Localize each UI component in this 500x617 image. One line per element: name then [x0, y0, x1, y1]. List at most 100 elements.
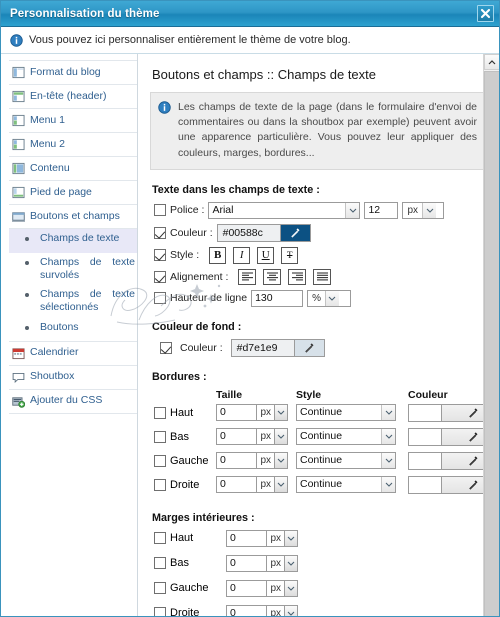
- border-gauche-style-select[interactable]: Continue: [296, 452, 396, 470]
- padding-droite-unit: px: [266, 604, 284, 616]
- bold-button[interactable]: B: [209, 246, 227, 264]
- align-justify-button[interactable]: [313, 268, 332, 285]
- border-bas-style-select[interactable]: Continue: [296, 428, 396, 446]
- padding-bas-checkbox[interactable]: [154, 557, 166, 570]
- border-droite-style-select[interactable]: Continue: [296, 476, 396, 494]
- border-row-bas: Bas 0 px Continue: [150, 427, 499, 446]
- sidebar-item-champs-de-texte-survoles[interactable]: Champs de texte survolés: [9, 253, 137, 285]
- layout-footer-icon: [12, 186, 25, 199]
- sidebar-item-champs-de-texte[interactable]: Champs de texte: [9, 229, 137, 253]
- info-notice: Les champs de texte de la page (dans le …: [150, 92, 487, 170]
- border-haut-style-value: Continue: [300, 406, 343, 419]
- font-size-input[interactable]: 12: [364, 201, 399, 219]
- layout-menu-icon: [12, 138, 25, 151]
- dialog-title: Personnalisation du thème: [10, 7, 160, 20]
- chevron-down-icon: [284, 554, 298, 572]
- chevron-down-icon: [274, 452, 288, 470]
- main-scrollbar[interactable]: [483, 54, 499, 616]
- sidebar-item-boutons[interactable]: Boutons: [9, 318, 137, 342]
- line-height-checkbox[interactable]: [154, 292, 166, 305]
- text-color-swatch[interactable]: [279, 224, 310, 241]
- border-gauche-checkbox[interactable]: [154, 454, 166, 467]
- border-haut-checkbox[interactable]: [154, 406, 166, 419]
- text-alignment-checkbox[interactable]: [154, 270, 166, 283]
- sidebar-item-contenu[interactable]: Contenu: [9, 157, 137, 181]
- align-left-button[interactable]: [238, 268, 257, 285]
- sidebar-item-label: Ajouter du CSS: [30, 394, 103, 407]
- sidebar-item-format-du-blog[interactable]: Format du blog: [9, 61, 137, 85]
- text-color-label: Couleur :: [170, 226, 213, 239]
- close-button[interactable]: [477, 5, 494, 22]
- eyedropper-icon: [468, 408, 478, 418]
- border-bas-checkbox[interactable]: [154, 430, 166, 443]
- page-title: Boutons et champs :: Champs de texte: [152, 67, 377, 82]
- background-color-swatch[interactable]: [293, 339, 324, 356]
- window-icon: [12, 212, 25, 222]
- font-size-unit-select[interactable]: px: [402, 201, 445, 219]
- borders-col-style: Style: [296, 388, 322, 401]
- border-row-haut: Haut 0 px Continue: [150, 403, 499, 422]
- theme-customization-dialog: Personnalisation du thème Vous pouvez ic…: [0, 0, 500, 617]
- line-height-unit-select[interactable]: %: [307, 289, 352, 307]
- text-style-checkbox[interactable]: [154, 249, 166, 262]
- line-height-value: 130: [255, 292, 273, 305]
- border-gauche-size[interactable]: 0 px: [216, 452, 288, 470]
- border-bas-size[interactable]: 0 px: [216, 428, 288, 446]
- border-droite-size[interactable]: 0 px: [216, 476, 288, 494]
- sidebar-item-calendrier[interactable]: Calendrier: [9, 342, 137, 366]
- padding-gauche-size[interactable]: 0 px: [226, 579, 298, 597]
- dialog-subtitle-bar: Vous pouvez ici personnaliser entièremen…: [1, 27, 499, 54]
- sidebar-item-label: Menu 2: [30, 137, 66, 150]
- font-family-select[interactable]: Arial: [208, 201, 361, 219]
- padding-droite-size[interactable]: 0 px: [226, 604, 298, 616]
- scroll-up-button[interactable]: [484, 54, 499, 70]
- text-color-field[interactable]: #00588c: [216, 223, 311, 242]
- line-height-input[interactable]: 130: [251, 289, 304, 307]
- strikethrough-button[interactable]: T: [281, 246, 299, 264]
- eyedropper-icon: [305, 343, 314, 353]
- chevron-down-icon: [381, 405, 395, 421]
- border-droite-checkbox[interactable]: [154, 478, 166, 491]
- padding-gauche-label: Gauche: [170, 582, 209, 595]
- border-row-gauche: Gauche 0 px Continue: [150, 451, 499, 470]
- sidebar-item-shoutbox[interactable]: Shoutbox: [9, 366, 137, 390]
- sidebar-tree: Format du blog En-tête (header) Menu 1 M…: [9, 60, 137, 414]
- chevron-down-icon: [422, 202, 436, 218]
- background-color-field[interactable]: #d7e1e9: [230, 338, 325, 357]
- scrollbar-thumb[interactable]: [484, 71, 499, 616]
- border-droite-style-value: Continue: [300, 478, 343, 491]
- padding-haut-checkbox[interactable]: [154, 532, 166, 545]
- eyedropper-icon: [291, 228, 300, 238]
- border-haut-color-value: [408, 403, 442, 422]
- sidebar-item-ajouter-du-css[interactable]: Ajouter du CSS: [9, 390, 137, 414]
- sidebar-item-boutons-et-champs[interactable]: Boutons et champs: [9, 205, 137, 229]
- border-row-droite: Droite 0 px Continue: [150, 475, 499, 494]
- italic-button[interactable]: I: [233, 246, 251, 264]
- padding-haut-size[interactable]: 0 px: [226, 529, 298, 547]
- sidebar-item-menu-2[interactable]: Menu 2: [9, 133, 137, 157]
- sidebar-item-pied-de-page[interactable]: Pied de page: [9, 181, 137, 205]
- align-center-button[interactable]: [263, 268, 282, 285]
- bullet-icon: [25, 293, 29, 298]
- text-color-row: Couleur : #00588c: [150, 223, 487, 242]
- text-style-row: Style : B I U T: [150, 246, 487, 264]
- sidebar-item-label: Champs de texte: [40, 232, 120, 244]
- border-gauche-style-value: Continue: [300, 454, 343, 467]
- sidebar-item-menu-1[interactable]: Menu 1: [9, 109, 137, 133]
- underline-button[interactable]: U: [257, 246, 275, 264]
- border-bas-color-value: [408, 427, 442, 446]
- padding-bas-size[interactable]: 0 px: [226, 554, 298, 572]
- sidebar-item-champs-de-texte-selectionnes[interactable]: Champs de texte sélectionnés: [9, 285, 137, 317]
- sidebar-item-en-tete[interactable]: En-tête (header): [9, 85, 137, 109]
- chevron-down-icon: [274, 404, 288, 422]
- font-checkbox[interactable]: [154, 204, 166, 217]
- padding-gauche-checkbox[interactable]: [154, 582, 166, 595]
- border-gauche-unit: px: [256, 452, 274, 470]
- background-color-checkbox[interactable]: [160, 341, 172, 354]
- border-haut-size[interactable]: 0 px: [216, 404, 288, 422]
- border-haut-style-select[interactable]: Continue: [296, 404, 396, 422]
- padding-row-bas: Bas 0 px: [150, 554, 487, 572]
- padding-droite-checkbox[interactable]: [154, 607, 166, 616]
- align-right-button[interactable]: [288, 268, 307, 285]
- text-color-checkbox[interactable]: [154, 226, 166, 239]
